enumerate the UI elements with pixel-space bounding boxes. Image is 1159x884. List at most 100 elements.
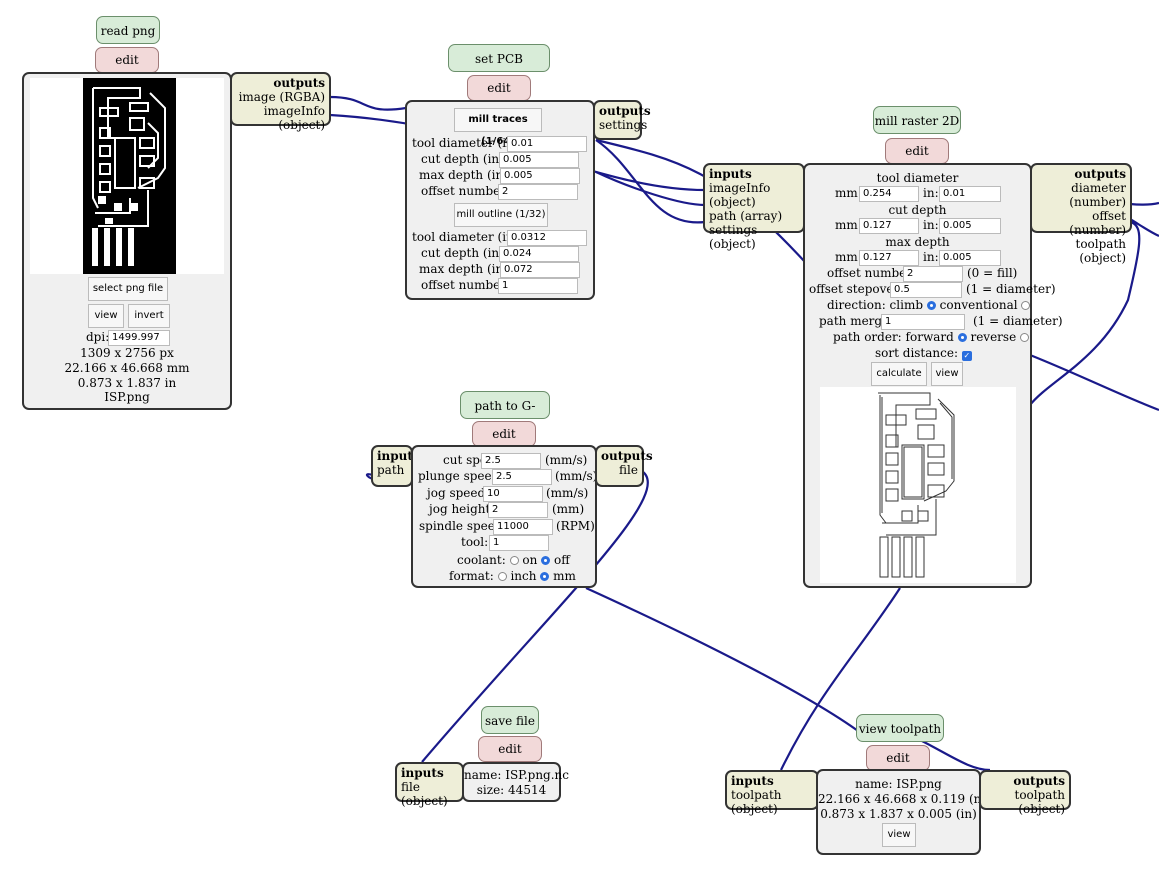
- format-mm-radio[interactable]: [540, 572, 550, 581]
- format-row: format: inch mm: [449, 569, 576, 583]
- mill-raster-view-button[interactable]: view: [931, 362, 963, 386]
- wire-image-to-path: [329, 95, 407, 111]
- view-toolpath-edit-delete[interactable]: edit delete: [866, 745, 930, 789]
- select-png-file-button[interactable]: select png file: [88, 277, 168, 301]
- mill-traces-button[interactable]: mill traces (1/64): [454, 108, 542, 147]
- plunge-speed-unit: (mm/s): [555, 469, 598, 483]
- traces-tool-diameter-input[interactable]: 0.01: [507, 136, 587, 152]
- sort-distance-checkbox[interactable]: ✓: [961, 351, 972, 361]
- read-png-title[interactable]: read png: [96, 16, 160, 44]
- dpi-input[interactable]: 1499.997: [108, 330, 170, 346]
- input-imageinfo[interactable]: imageInfo (object): [709, 181, 799, 209]
- format-label: format:: [449, 569, 494, 583]
- output-imageinfo[interactable]: imageInfo (object): [236, 104, 325, 132]
- traces-max-depth-input[interactable]: 0.005: [500, 168, 580, 184]
- jog-height-label: jog height:: [429, 502, 495, 516]
- input-path[interactable]: path: [377, 463, 407, 477]
- read-png-edit-delete[interactable]: edit delete: [95, 47, 159, 91]
- outline-tool-diameter-input[interactable]: 0.0312: [507, 230, 587, 246]
- invert-button[interactable]: invert: [128, 304, 170, 328]
- gcode-node: cut speed: 2.5 (mm/s) plunge speed: 2.5 …: [411, 445, 597, 588]
- jog-speed-input[interactable]: 10: [483, 486, 543, 502]
- gcode-title[interactable]: path to G-code: [460, 391, 550, 441]
- path-order-reverse-radio[interactable]: [1020, 333, 1029, 342]
- outline-cut-depth-label: cut depth (in):: [421, 246, 508, 260]
- cut-depth-in-input[interactable]: 0.005: [939, 218, 1001, 234]
- wire-path-to-raster: [595, 171, 706, 207]
- path-merge-input[interactable]: 1: [881, 314, 965, 330]
- outputs-header: outputs: [601, 449, 653, 463]
- tool-label: tool:: [461, 535, 489, 549]
- format-inch-radio[interactable]: [497, 572, 507, 581]
- path-order-forward-radio[interactable]: [957, 333, 967, 342]
- pcb-defaults-node: mill traces (1/64) tool diameter (in): 0…: [405, 100, 595, 300]
- outline-max-depth-label: max depth (in):: [419, 262, 512, 276]
- offset-stepover-input[interactable]: 0.5: [890, 282, 962, 298]
- output-settings[interactable]: settings: [599, 118, 647, 132]
- outline-max-depth-input[interactable]: 0.072: [500, 262, 580, 278]
- view-toolpath-view-button[interactable]: view: [882, 823, 916, 847]
- outline-cut-depth-input[interactable]: 0.024: [499, 246, 579, 262]
- max-depth-mm-input[interactable]: 0.127: [859, 250, 919, 266]
- max-depth-heading: max depth: [885, 235, 950, 249]
- sort-distance-label: sort distance:: [875, 346, 959, 360]
- input-file[interactable]: file (object): [401, 780, 458, 808]
- view-toolpath-title[interactable]: view toolpath: [856, 714, 944, 742]
- input-settings[interactable]: settings (object): [709, 223, 799, 251]
- max-depth-in-input[interactable]: 0.005: [939, 250, 1001, 266]
- mill-raster-outputs: outputs diameter (number) offset (number…: [1030, 163, 1132, 265]
- gcode-edit-delete[interactable]: edit delete: [472, 421, 536, 465]
- cut-depth-mm-input[interactable]: 0.127: [859, 218, 919, 234]
- output-toolpath[interactable]: toolpath (object): [985, 788, 1066, 816]
- calculate-button[interactable]: calculate: [871, 362, 927, 386]
- plunge-speed-input[interactable]: 2.5: [492, 469, 552, 485]
- direction-climb-radio[interactable]: [926, 301, 936, 310]
- output-diameter[interactable]: diameter (number): [1036, 181, 1126, 209]
- mill-raster-edit-delete[interactable]: edit delete: [885, 138, 949, 182]
- pcb-defaults-edit-delete[interactable]: edit delete: [467, 75, 531, 119]
- path-order-reverse-label: reverse: [970, 330, 1017, 344]
- save-file-name: name: ISP.png.nc: [464, 768, 569, 782]
- inputs-header: inputs: [731, 774, 774, 788]
- format-mm-label: mm: [553, 569, 576, 583]
- tool-input[interactable]: 1: [489, 535, 549, 551]
- jog-height-unit: (mm): [552, 502, 585, 516]
- max-depth-in-label: in:: [923, 250, 939, 264]
- jog-height-input[interactable]: 2: [488, 502, 548, 518]
- jog-speed-unit: (mm/s): [546, 486, 589, 500]
- input-path[interactable]: path (array): [709, 209, 799, 223]
- coolant-off-radio[interactable]: [541, 556, 551, 565]
- outline-offset-number-input[interactable]: 1: [498, 278, 578, 294]
- offset-number-input[interactable]: 2: [903, 266, 963, 282]
- coolant-on-radio[interactable]: [509, 556, 519, 565]
- max-depth-mm-label: mm:: [835, 250, 862, 264]
- outputs-header: outputs: [1013, 774, 1065, 788]
- tool-diameter-mm-input[interactable]: 0.254: [859, 186, 919, 202]
- traces-cut-depth-input[interactable]: 0.005: [499, 152, 579, 168]
- tool-diameter-in-input[interactable]: 0.01: [939, 186, 1001, 202]
- read-png-outputs: outputs image (RGBA) imageInfo (object): [230, 72, 331, 132]
- output-toolpath[interactable]: toolpath (object): [1036, 237, 1127, 265]
- output-offset[interactable]: offset (number): [1036, 209, 1126, 237]
- view-toolpath-dims-in: 0.873 x 1.837 x 0.005 (in): [820, 807, 977, 821]
- cut-speed-input[interactable]: 2.5: [481, 453, 541, 469]
- spindle-speed-input[interactable]: 11000: [493, 519, 553, 535]
- read-png-view-button[interactable]: view: [88, 304, 124, 328]
- plunge-speed-label: plunge speed:: [418, 469, 504, 483]
- coolant-on-label: on: [522, 553, 538, 567]
- output-file[interactable]: file: [601, 463, 638, 477]
- offset-number-hint: (0 = fill): [967, 266, 1018, 280]
- tool-diameter-heading: tool diameter: [876, 171, 959, 185]
- pcb-preview-image: [30, 78, 224, 274]
- direction-conventional-radio[interactable]: [1021, 301, 1031, 310]
- save-file-title[interactable]: save file: [481, 706, 539, 734]
- pcb-defaults-title[interactable]: set PCB defaults: [448, 44, 550, 94]
- mill-raster-title[interactable]: mill raster 2D: [873, 106, 961, 134]
- traces-offset-number-input[interactable]: 2: [498, 184, 578, 200]
- input-toolpath[interactable]: toolpath (object): [731, 788, 813, 816]
- outputs-header: outputs: [599, 104, 651, 118]
- wire-view-to-outputs: [919, 739, 991, 772]
- mill-outline-button[interactable]: mill outline (1/32): [454, 203, 548, 227]
- save-file-edit-delete[interactable]: edit delete: [478, 736, 542, 780]
- output-image[interactable]: image (RGBA): [236, 90, 325, 104]
